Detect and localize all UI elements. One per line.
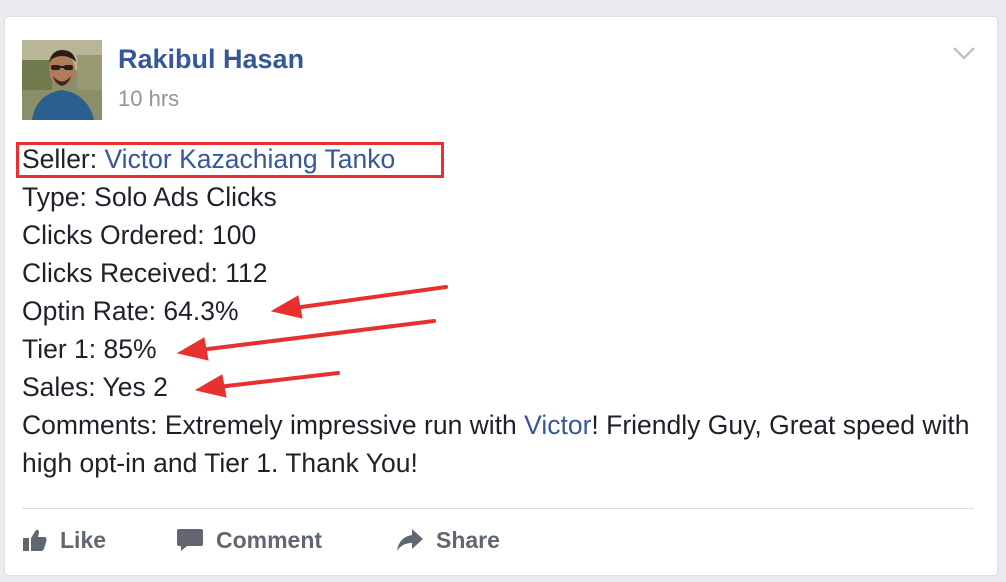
comments-prefix: Comments: Extremely impressive run with [22,410,525,440]
seller-highlight-box [16,142,444,178]
like-label: Like [60,526,107,553]
comments-victor-link[interactable]: Victor [524,410,591,440]
author-avatar[interactable] [22,40,102,120]
post-menu-button[interactable] [950,42,978,64]
share-label: Share [436,526,500,553]
post-timestamp[interactable]: 10 hrs [118,86,179,112]
clicks-received-line: Clicks Received: 112 [22,258,268,288]
actions-divider [22,508,974,509]
share-button[interactable]: Share [396,520,500,560]
optin-rate-line: Optin Rate: 64.3% [22,296,239,326]
like-button[interactable]: Like [22,520,106,560]
speech-bubble-icon [177,529,203,551]
type-line: Type: Solo Ads Clicks [22,182,277,212]
sales-line: Sales: Yes 2 [22,372,168,402]
comment-button[interactable]: Comment [176,520,322,560]
post-body: Seller: Victor Kazachiang Tanko Type: So… [22,140,982,482]
clicks-ordered-line: Clicks Ordered: 100 [22,220,257,250]
author-name[interactable]: Rakibul Hasan [118,44,304,75]
comments-line: Comments: Extremely impressive run with … [22,406,982,482]
tier1-line: Tier 1: 85% [22,334,157,364]
comment-label: Comment [216,526,323,553]
avatar-photo [22,40,102,120]
chevron-down-icon [953,47,975,60]
share-arrow-icon [397,529,423,551]
thumbs-up-icon [23,529,47,551]
